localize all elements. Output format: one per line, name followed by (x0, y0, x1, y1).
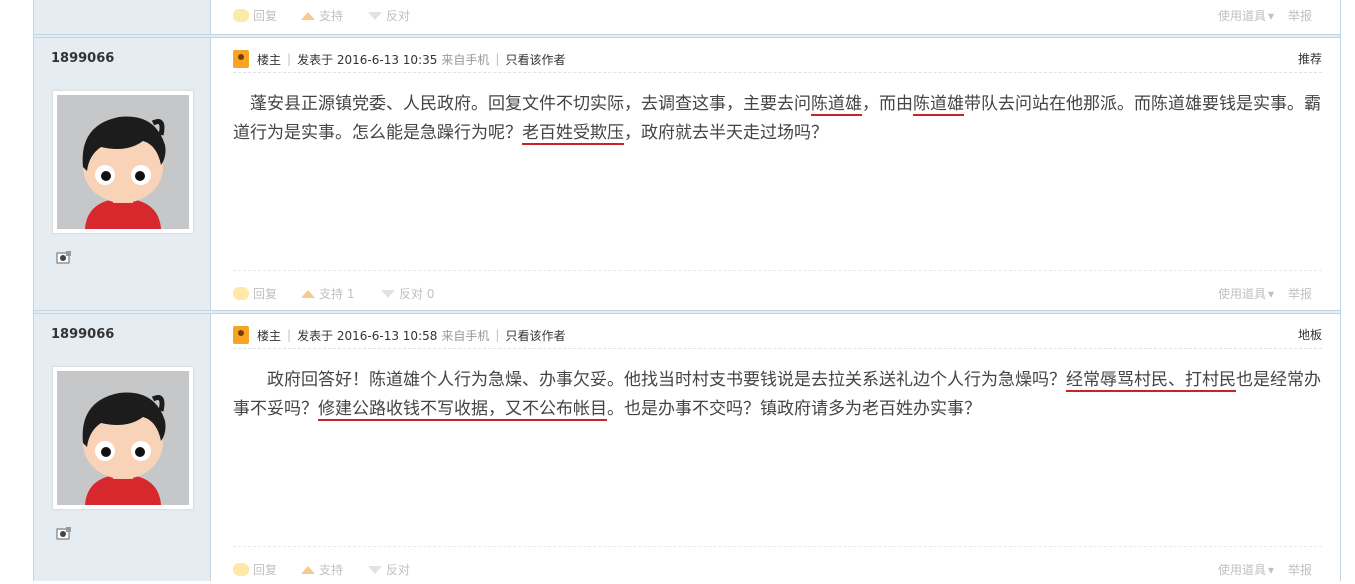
thumb-up-icon (301, 289, 315, 298)
chevron-down-icon: ▾ (1267, 562, 1274, 577)
use-tool-menu[interactable]: 使用道具 ▾ (1218, 7, 1274, 24)
oppose-button[interactable]: 反对 0 (381, 285, 434, 302)
chevron-down-icon: ▾ (1267, 286, 1274, 301)
only-author-link[interactable]: 只看该作者 (505, 327, 565, 344)
owner-tag: 楼主 (257, 328, 282, 343)
chevron-down-icon: ▾ (1267, 8, 1274, 23)
avatar[interactable] (52, 366, 194, 510)
divider (233, 270, 1322, 271)
owner-icon (233, 50, 249, 68)
avatar[interactable] (52, 90, 194, 234)
support-button[interactable]: 支持 (301, 561, 343, 578)
post-time: 发表于 2016-6-13 10:35 (297, 52, 438, 67)
post-actions: 回复 支持 1 反对 0 使用道具 ▾ 举报 (211, 278, 1340, 308)
owner-tag: 楼主 (257, 52, 282, 67)
only-author-link[interactable]: 只看该作者 (505, 51, 565, 68)
report-button[interactable]: 举报 (1288, 285, 1312, 302)
oppose-button[interactable]: 反对 (368, 561, 410, 578)
author-column: 1899066 (34, 314, 211, 581)
message-icon[interactable] (56, 250, 72, 264)
post-time: 发表于 2016-6-13 10:58 (297, 328, 438, 343)
support-button[interactable]: 支持 1 (301, 285, 354, 302)
thumb-up-icon (301, 11, 315, 20)
post-actions: 回复 支持 反对 使用道具 ▾ 举报 (211, 554, 1340, 584)
reply-button[interactable]: 回复 (233, 7, 277, 24)
post-source: 来自手机 (441, 328, 490, 343)
avatar-image (57, 371, 189, 505)
reply-button[interactable]: 回复 (233, 285, 277, 302)
avatar-image (57, 95, 189, 229)
floor-label[interactable]: 地板 (1298, 326, 1322, 343)
thumb-down-icon (368, 11, 382, 20)
report-button[interactable]: 举报 (1288, 561, 1312, 578)
message-icon[interactable] (56, 526, 72, 540)
author-column (34, 0, 211, 34)
divider (233, 546, 1322, 547)
post-body: 楼主 | 发表于 2016-6-13 10:58 来自手机 | 只看该作者 地板… (211, 314, 1340, 581)
author-name[interactable]: 1899066 (51, 51, 114, 66)
use-tool-menu[interactable]: 使用道具 ▾ (1218, 285, 1274, 302)
post-content: 政府回答好！陈道雄个人行为急燥、办事欠妥。他找当时村支书要钱说是去拉关系送礼边个… (233, 370, 1321, 421)
reply-button[interactable]: 回复 (233, 561, 277, 578)
post-source: 来自手机 (441, 52, 490, 67)
owner-icon (233, 326, 249, 344)
author-column: 1899066 (34, 38, 211, 310)
report-button[interactable]: 举报 (1288, 7, 1312, 24)
reply-icon (233, 9, 249, 22)
thumb-down-icon (368, 565, 382, 574)
thumb-down-icon (381, 289, 395, 298)
post-content: 蓬安县正源镇党委、人民政府。回复文件不切实际，去调查这事，主要去问陈道雄，而由陈… (233, 94, 1321, 145)
post-actions-top: 回复 支持 反对 使用道具 ▾ 举报 (211, 0, 1340, 34)
oppose-button[interactable]: 反对 (368, 7, 410, 24)
post-header: 楼主 | 发表于 2016-6-13 10:35 来自手机 | 只看该作者 推荐 (233, 46, 1322, 73)
thread-frame: 回复 支持 反对 使用道具 ▾ 举报 1899066 楼主 | 发表于 2016… (33, 0, 1341, 581)
thumb-up-icon (301, 565, 315, 574)
support-button[interactable]: 支持 (301, 7, 343, 24)
post-header: 楼主 | 发表于 2016-6-13 10:58 来自手机 | 只看该作者 地板 (233, 322, 1322, 349)
floor-label[interactable]: 推荐 (1298, 50, 1322, 67)
reply-icon (233, 287, 249, 300)
reply-icon (233, 563, 249, 576)
use-tool-menu[interactable]: 使用道具 ▾ (1218, 561, 1274, 578)
post-body: 楼主 | 发表于 2016-6-13 10:35 来自手机 | 只看该作者 推荐… (211, 38, 1340, 310)
author-name[interactable]: 1899066 (51, 327, 114, 342)
